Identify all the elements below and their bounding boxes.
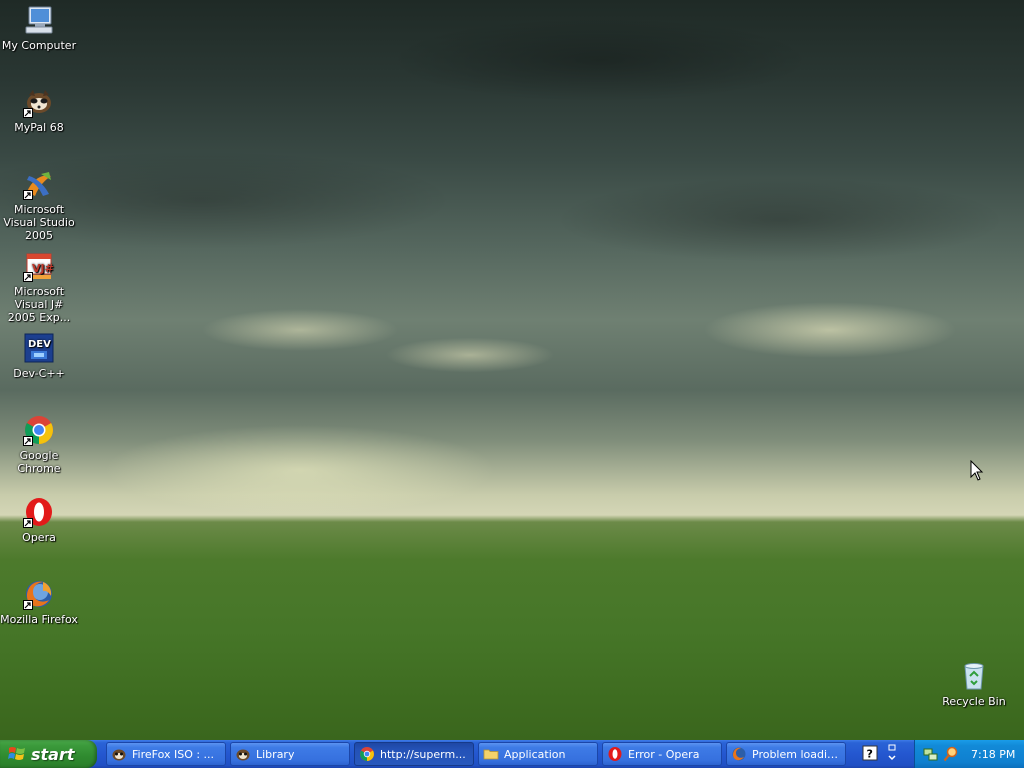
task-label: Library <box>256 747 295 761</box>
task-label: Error - Opera <box>628 747 700 761</box>
mypal-icon <box>111 746 127 762</box>
clock[interactable]: 7:18 PM <box>971 748 1015 761</box>
svg-text:VJ#: VJ# <box>32 262 54 275</box>
task-button-firefox[interactable]: Problem loadin... <box>726 742 846 766</box>
firefox-icon <box>23 578 55 610</box>
desktop-icon-my-computer[interactable]: My Computer <box>0 4 78 52</box>
desktop-icon-label: Recycle Bin <box>942 695 1006 708</box>
desktop-icon-label: Google Chrome <box>17 449 61 475</box>
svg-text:DEV: DEV <box>28 339 51 350</box>
chrome-icon <box>23 414 55 446</box>
task-label: Problem loadin... <box>752 747 841 761</box>
task-button-chrome[interactable]: http://superm... <box>354 742 474 766</box>
shortcut-arrow-icon <box>23 436 33 446</box>
task-label: FireFox ISO : ... <box>132 747 215 761</box>
computer-icon <box>23 4 55 36</box>
shortcut-arrow-icon <box>23 108 33 118</box>
desktop-icon-label: Microsoft Visual Studio 2005 <box>3 203 75 242</box>
desktop-icon-devcpp[interactable]: DEV Dev-C++ <box>0 332 78 380</box>
mouse-pointer-icon <box>970 459 984 482</box>
recycle-bin-icon <box>958 660 990 692</box>
shortcut-arrow-icon <box>23 190 33 200</box>
shortcut-arrow-icon <box>23 600 33 610</box>
task-button-library[interactable]: Library <box>230 742 350 766</box>
visual-studio-icon <box>23 168 55 200</box>
desktop-icon-firefox[interactable]: Mozilla Firefox <box>0 578 78 626</box>
help-button[interactable]: ? <box>860 743 880 765</box>
network-icon[interactable] <box>923 746 939 762</box>
shortcut-arrow-icon <box>23 272 33 282</box>
desktop-icon-label: Dev-C++ <box>13 367 65 380</box>
desktop-icon-recycle-bin[interactable]: Recycle Bin <box>935 660 1013 708</box>
firefox-icon <box>731 746 747 762</box>
system-tray: 7:18 PM <box>914 740 1024 768</box>
shortcut-arrow-icon <box>23 518 33 528</box>
mypal-icon <box>235 746 251 762</box>
visual-jsharp-icon: VJ# <box>23 250 55 282</box>
desktop-icon-mypal[interactable]: MyPal 68 <box>0 86 78 134</box>
desktop-icon-label: Opera <box>22 531 56 544</box>
chrome-icon <box>359 746 375 762</box>
search-icon[interactable] <box>943 746 959 762</box>
desktop-icon-chrome[interactable]: Google Chrome <box>0 414 78 475</box>
desktop-icon-label: My Computer <box>1 39 77 52</box>
desktop-icon-opera[interactable]: Opera <box>0 496 78 544</box>
desktop-icon-visual-studio[interactable]: Microsoft Visual Studio 2005 <box>0 168 78 242</box>
desktop-icon-label: MyPal 68 <box>14 121 64 134</box>
mypal-icon <box>23 86 55 118</box>
opera-icon <box>23 496 55 528</box>
desktop-wallpaper <box>0 0 1024 740</box>
task-label: http://superm... <box>380 747 466 761</box>
desktop-icon-visual-jsharp[interactable]: VJ# Microsoft Visual J# 2005 Exp... <box>0 250 78 324</box>
windows-flag-icon <box>8 745 26 763</box>
task-button-opera[interactable]: Error - Opera <box>602 742 722 766</box>
svg-text:?: ? <box>867 747 873 760</box>
desktop-icon-label: Mozilla Firefox <box>0 613 78 626</box>
opera-icon <box>607 746 623 762</box>
task-label: Application <box>504 747 566 761</box>
task-button-firefox-iso[interactable]: FireFox ISO : ... <box>106 742 226 766</box>
help-icon: ? <box>862 745 878 764</box>
devcpp-icon: DEV <box>23 332 55 364</box>
task-button-application[interactable]: Application <box>478 742 598 766</box>
start-label: start <box>31 744 75 764</box>
taskbar: start FireFox ISO : ... Library http://s… <box>0 740 1024 768</box>
desktop-icon-label: Microsoft Visual J# 2005 Exp... <box>7 285 71 324</box>
chevron-down-icon[interactable] <box>884 743 900 765</box>
start-button[interactable]: start <box>0 740 97 768</box>
folder-icon <box>483 746 499 762</box>
